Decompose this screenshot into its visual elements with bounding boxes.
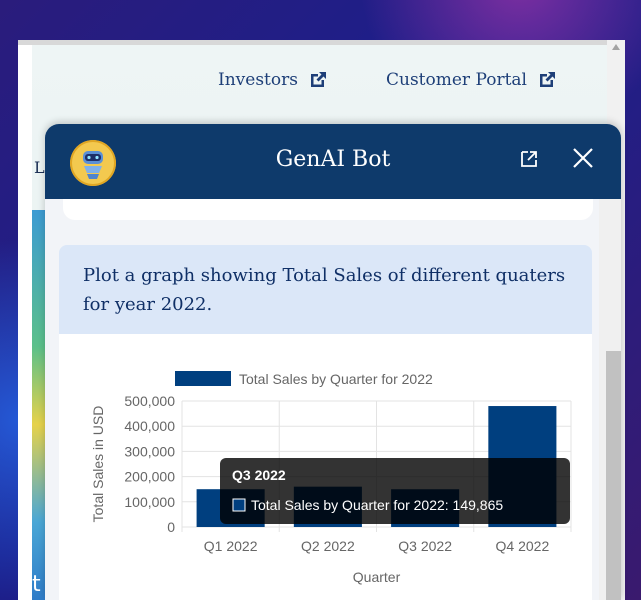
user-message-text: Plot a graph showing Total Sales of diff… (83, 265, 566, 315)
y-tick-label: 0 (167, 519, 175, 535)
tooltip-swatch (232, 498, 246, 512)
chat-panel: GenAI Bot Plot a graph showing Total Sal… (45, 124, 621, 600)
x-tick-label: Q4 2022 (496, 538, 550, 554)
popout-icon[interactable] (519, 149, 539, 169)
external-link-icon (310, 72, 326, 87)
chat-messages: Plot a graph showing Total Sales of diff… (45, 199, 621, 600)
nav-link-label: Customer Portal (386, 70, 527, 90)
scroll-up-arrow-icon[interactable] (612, 44, 620, 50)
nav-link-investors[interactable]: Investors (218, 70, 328, 90)
nav-link-label: Investors (218, 70, 298, 90)
partial-nav-text: L (34, 158, 45, 177)
y-tick-label: 400,000 (124, 418, 175, 434)
x-axis-title: Quarter (353, 569, 401, 585)
legend-label: Total Sales by Quarter for 2022 (239, 371, 433, 387)
y-tick-label: 200,000 (124, 469, 175, 485)
y-tick-label: 500,000 (124, 393, 175, 409)
bot-reply-chart-card: Total Sales by Quarter for 2022 0 100,000 2… (59, 334, 592, 600)
y-tick-label: 100,000 (124, 494, 175, 510)
chat-header: GenAI Bot (45, 124, 621, 199)
y-tick-label: 300,000 (124, 443, 175, 459)
x-tick-label: Q3 2022 (398, 538, 452, 554)
nav-link-customer-portal[interactable]: Customer Portal (386, 70, 557, 90)
y-axis-title: Total Sales in USD (90, 406, 106, 523)
sales-bar-chart[interactable]: Total Sales by Quarter for 2022 0 100,000 2… (59, 334, 592, 600)
external-link-icon (539, 72, 555, 87)
legend-swatch (175, 371, 231, 386)
user-message-bubble: Plot a graph showing Total Sales of diff… (59, 245, 592, 334)
x-tick-label: Q1 2022 (204, 538, 258, 554)
partial-hero-text: t (32, 572, 41, 597)
tooltip-value: Total Sales by Quarter for 2022: 149,865 (251, 497, 503, 513)
x-tick-label: Q2 2022 (301, 538, 355, 554)
close-icon[interactable] (571, 146, 595, 170)
previous-message-edge (63, 199, 593, 220)
tooltip-title: Q3 2022 (232, 467, 286, 483)
chat-scrollbar-thumb[interactable] (606, 351, 621, 600)
